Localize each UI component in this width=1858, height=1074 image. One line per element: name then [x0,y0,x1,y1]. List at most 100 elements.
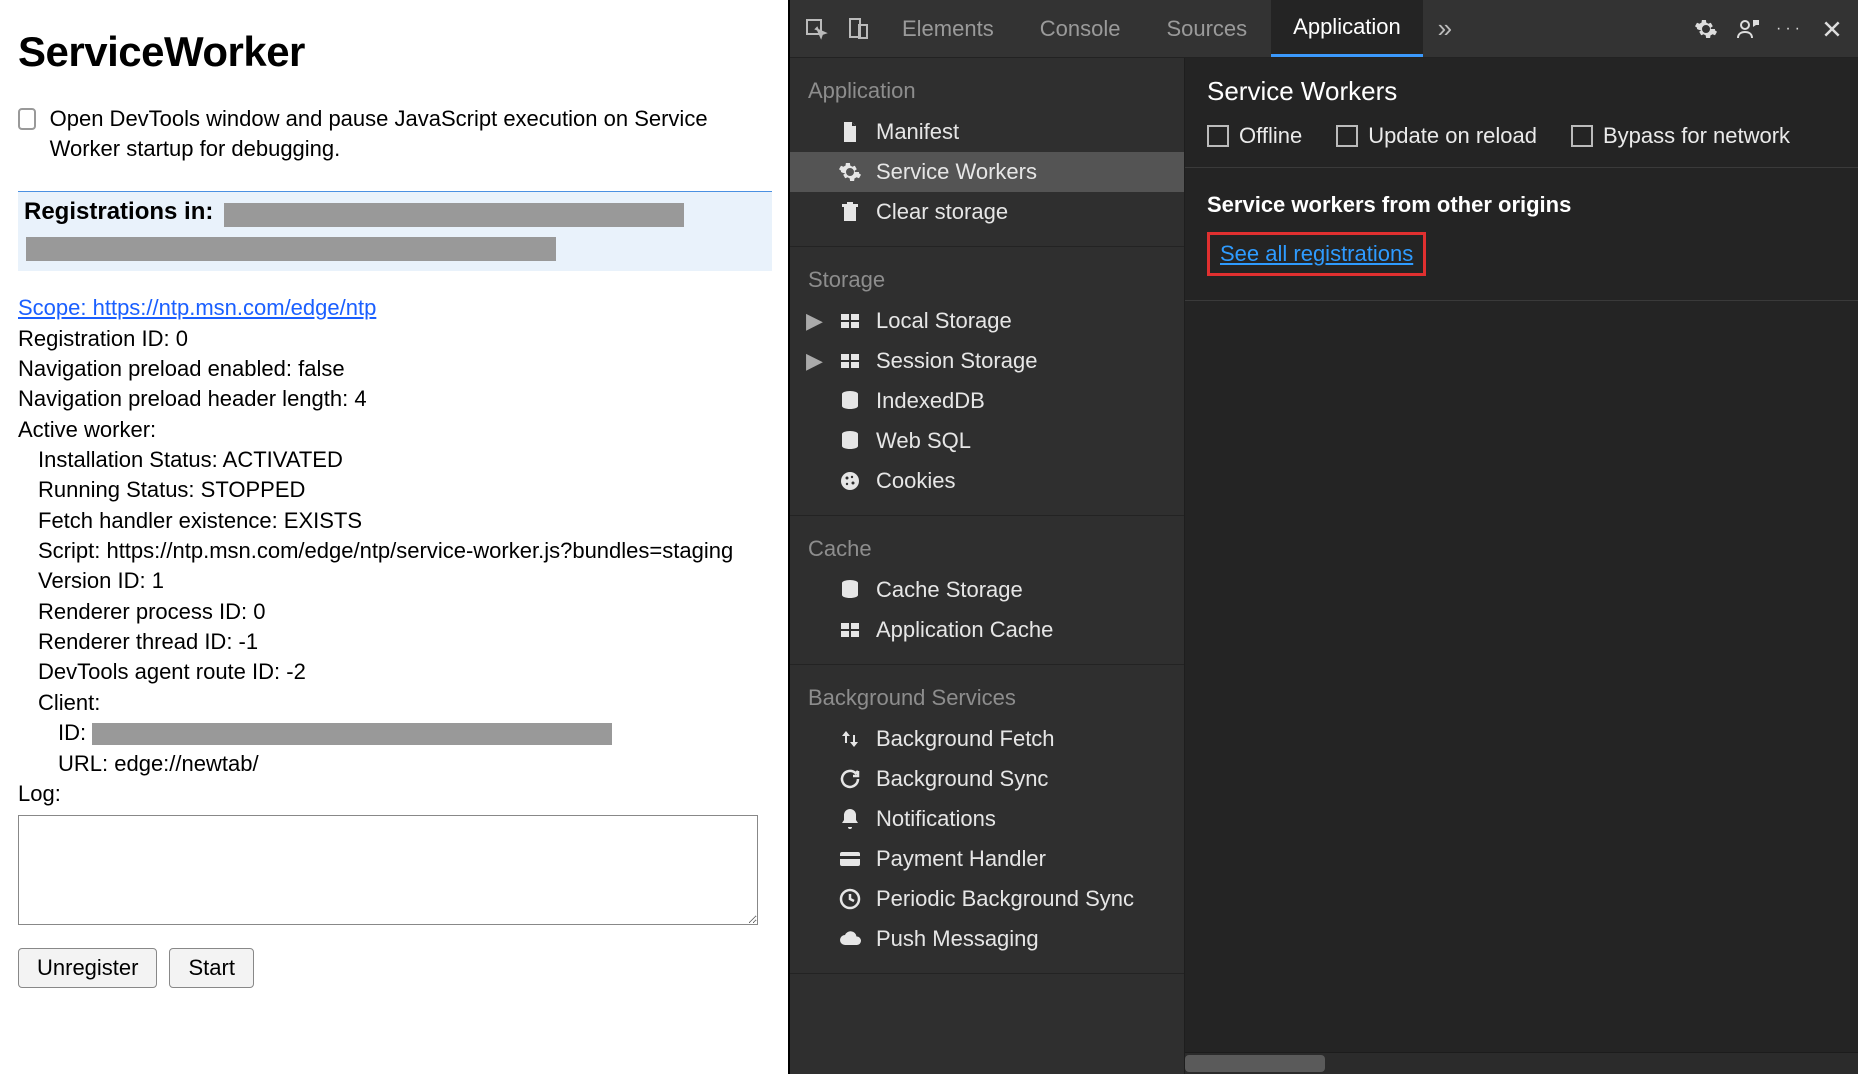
database-icon [838,578,862,602]
file-icon [838,120,862,144]
card-icon [838,847,862,871]
service-workers-title: Service Workers [1207,76,1836,107]
database-icon [838,429,862,453]
sidebar-item-clear-storage[interactable]: Clear storage [790,192,1184,232]
bypass-for-network-label: Bypass for network [1603,123,1790,149]
pane-divider [788,0,790,1074]
sidebar-item-label: Notifications [876,806,996,832]
fetch-handler: Fetch handler existence: EXISTS [18,506,772,536]
application-main: Service Workers Offline Update on reload… [1185,58,1858,1074]
sidebar-item-local-storage[interactable]: ▶ Local Storage [790,301,1184,341]
sidebar-item-cookies[interactable]: Cookies [790,461,1184,501]
running-status: Running Status: STOPPED [18,475,772,505]
updown-icon [838,727,862,751]
sidebar-item-indexeddb[interactable]: IndexedDB [790,381,1184,421]
settings-gear-icon[interactable] [1686,9,1726,49]
tab-sources[interactable]: Sources [1144,0,1269,57]
inspect-element-icon[interactable] [796,9,836,49]
feedback-icon[interactable] [1728,9,1768,49]
empty-area [1185,301,1858,1074]
close-devtools-icon[interactable] [1812,9,1852,49]
registrations-header: Registrations in: [18,191,772,271]
serviceworker-internal-page: ServiceWorker Open DevTools window and p… [0,0,790,1074]
sidebar-item-manifest[interactable]: Manifest [790,112,1184,152]
sidebar-item-label: Web SQL [876,428,971,454]
install-status: Installation Status: ACTIVATED [18,445,772,475]
expand-arrow-icon[interactable]: ▶ [806,348,820,374]
sidebar-item-label: Background Fetch [876,726,1055,752]
grid-icon [838,618,862,642]
nav-preload-enabled: Navigation preload enabled: false [18,354,772,384]
sidebar-item-background-fetch[interactable]: Background Fetch [790,719,1184,759]
update-on-reload-label: Update on reload [1368,123,1537,149]
log-label: Log: [18,779,772,809]
sidebar-item-label: Service Workers [876,159,1037,185]
sidebar-group-title: Background Services [790,675,1184,719]
sync-icon [838,767,862,791]
page-title: ServiceWorker [18,28,772,76]
offline-checkbox[interactable]: Offline [1207,123,1302,149]
other-origins-title: Service workers from other origins [1207,192,1836,218]
gear-icon [838,160,862,184]
redacted-client-id [92,723,612,745]
sidebar-group-title: Application [790,68,1184,112]
client-id-row: ID: [18,718,772,748]
sidebar-item-application-cache[interactable]: Application Cache [790,610,1184,650]
tab-application[interactable]: Application [1271,0,1423,57]
log-textarea[interactable] [18,815,758,925]
nav-preload-length: Navigation preload header length: 4 [18,384,772,414]
tab-console[interactable]: Console [1018,0,1143,57]
registration-details: Scope: https://ntp.msn.com/edge/ntp Regi… [18,293,772,987]
renderer-pid: Renderer process ID: 0 [18,597,772,627]
sidebar-item-label: Clear storage [876,199,1008,225]
redacted-origin-2 [26,237,556,261]
sidebar-item-label: Session Storage [876,348,1037,374]
trash-icon [838,200,862,224]
kebab-menu-icon[interactable]: ··· [1770,9,1810,49]
sidebar-item-session-storage[interactable]: ▶ Session Storage [790,341,1184,381]
sidebar-item-cache-storage[interactable]: Cache Storage [790,570,1184,610]
pause-on-startup-checkbox[interactable] [18,108,36,130]
sidebar-group-title: Storage [790,257,1184,301]
sidebar-item-label: Push Messaging [876,926,1039,952]
start-button[interactable]: Start [169,948,253,988]
sidebar-item-service-workers[interactable]: Service Workers [790,152,1184,192]
sidebar-item-label: Application Cache [876,617,1053,643]
device-toolbar-icon[interactable] [838,9,878,49]
more-tabs-icon[interactable]: » [1425,9,1465,49]
client-label: Client: [18,688,772,718]
sidebar-item-notifications[interactable]: Notifications [790,799,1184,839]
update-on-reload-checkbox[interactable]: Update on reload [1336,123,1537,149]
sidebar-item-label: Background Sync [876,766,1048,792]
sidebar-item-background-sync[interactable]: Background Sync [790,759,1184,799]
registrations-label: Registrations in: [24,198,213,226]
grid-icon [838,309,862,333]
devtools-toolbar: Elements Console Sources Application » ·… [790,0,1858,58]
highlight-annotation: See all registrations [1207,232,1426,276]
sidebar-item-label: Local Storage [876,308,1012,334]
horizontal-scrollbar[interactable] [1185,1052,1858,1074]
pause-on-startup-row: Open DevTools window and pause JavaScrip… [18,104,772,163]
tab-elements[interactable]: Elements [880,0,1016,57]
sidebar-item-label: Cache Storage [876,577,1023,603]
redacted-origin [224,203,684,227]
sidebar-item-periodic-background-sync[interactable]: Periodic Background Sync [790,879,1184,919]
grid-icon [838,349,862,373]
see-all-registrations-link[interactable]: See all registrations [1220,241,1413,266]
client-id-label: ID: [58,720,86,745]
registration-id: Registration ID: 0 [18,324,772,354]
bypass-for-network-checkbox[interactable]: Bypass for network [1571,123,1790,149]
cloud-icon [838,927,862,951]
pause-on-startup-label: Open DevTools window and pause JavaScrip… [50,104,772,163]
scrollbar-thumb[interactable] [1185,1055,1325,1072]
sidebar-item-payment-handler[interactable]: Payment Handler [790,839,1184,879]
scope-link[interactable]: Scope: https://ntp.msn.com/edge/ntp [18,295,376,320]
bell-icon [838,807,862,831]
expand-arrow-icon[interactable]: ▶ [806,308,820,334]
sidebar-item-web-sql[interactable]: Web SQL [790,421,1184,461]
sidebar-item-push-messaging[interactable]: Push Messaging [790,919,1184,959]
sidebar-group-title: Cache [790,526,1184,570]
database-icon [838,389,862,413]
sidebar-item-label: Manifest [876,119,959,145]
unregister-button[interactable]: Unregister [18,948,157,988]
